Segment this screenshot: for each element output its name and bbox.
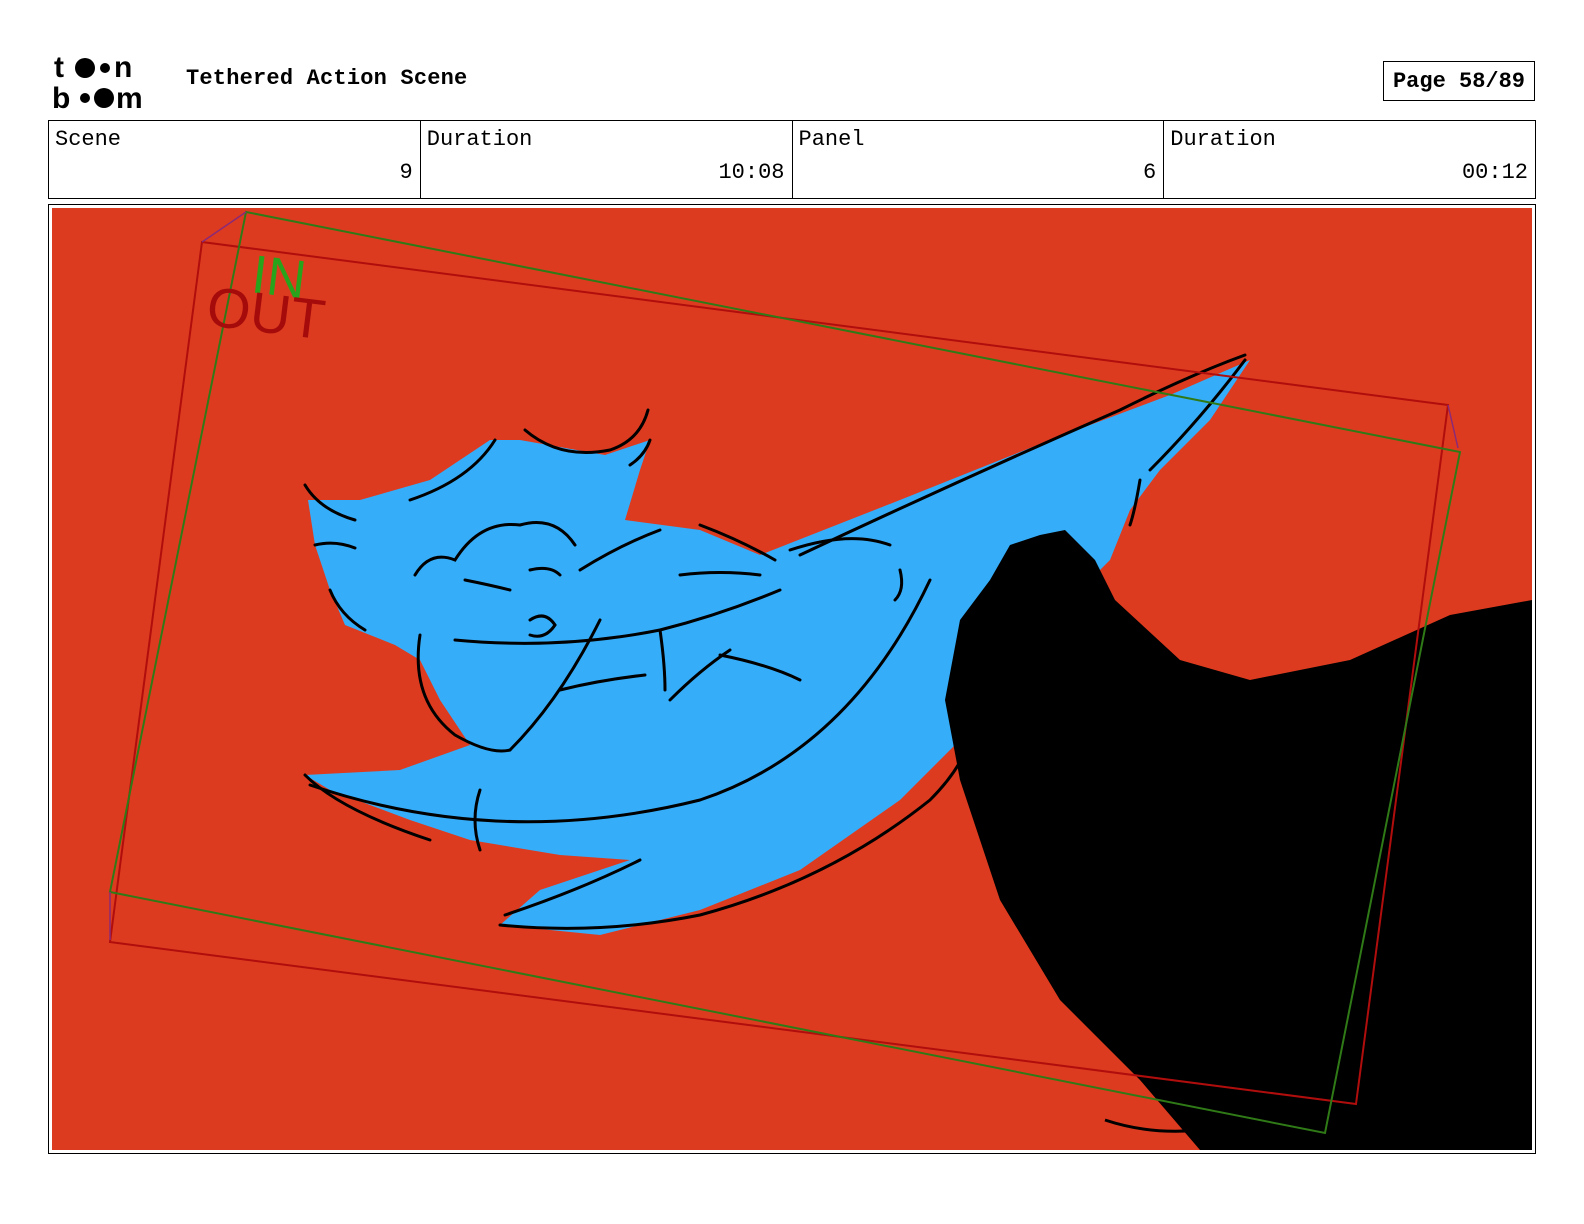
panel-label: Panel: [798, 127, 865, 152]
page-indicator: Page 58/89: [1383, 61, 1535, 101]
scene-value: 9: [399, 160, 413, 185]
svg-text:t: t: [54, 51, 64, 84]
storyboard-panel-drawing: IN OUT: [52, 208, 1532, 1150]
document-title: Tethered Action Scene: [186, 66, 468, 91]
panel-duration-value: 00:12: [1461, 160, 1528, 185]
panel-duration-cell: Duration 00:12: [1164, 121, 1535, 198]
svg-text:n: n: [114, 51, 132, 84]
scene-duration-cell: Duration 10:08: [421, 121, 793, 198]
scene-info-table: Scene 9 Duration 10:08 Panel 6 Duration …: [48, 120, 1536, 199]
panel-value: 6: [1143, 160, 1157, 185]
svg-text:b: b: [52, 82, 70, 114]
toonboom-logo: t n b m: [52, 51, 143, 114]
scene-label: Scene: [55, 127, 122, 152]
panel-cell: Panel 6: [793, 121, 1165, 198]
scene-duration-label: Duration: [426, 127, 533, 152]
scene-cell: Scene 9: [49, 121, 421, 198]
panel-duration-label: Duration: [1170, 127, 1276, 152]
svg-text:m: m: [116, 82, 143, 114]
scene-duration-value: 10:08: [718, 160, 785, 185]
